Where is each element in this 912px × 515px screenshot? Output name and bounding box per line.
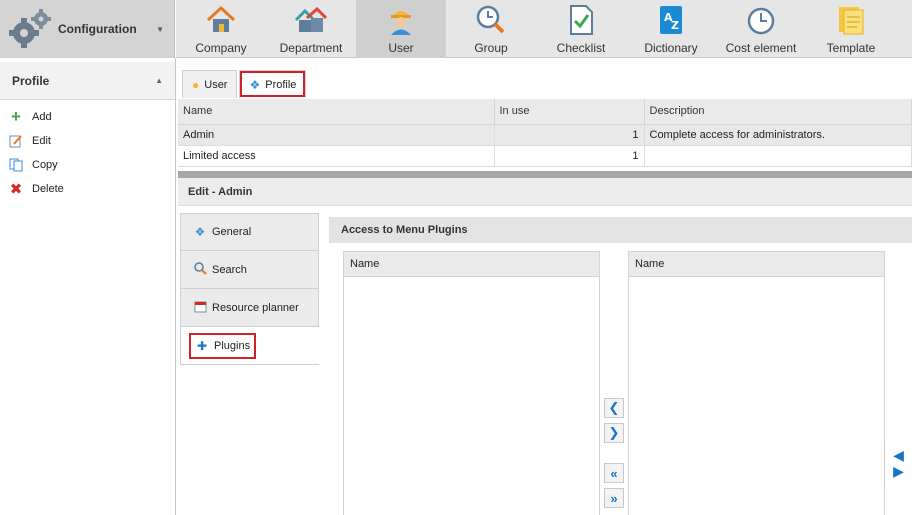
sidebar-item-label: Copy [32,159,58,171]
cell-name: Admin [178,124,495,146]
configuration-title: Configuration [58,22,137,36]
chevron-left-icon: ❮ [608,400,620,415]
ribbon-label: Cost element [725,41,797,55]
worker-icon: ● [192,77,200,92]
vtab-label: Search [212,263,247,276]
ribbon-template-button[interactable]: Template [806,0,896,58]
tab-label: User [204,78,228,91]
column-header-name[interactable]: Name [178,99,495,125]
double-chevron-left-icon: « [610,465,618,481]
move-left-button[interactable]: ❮ [604,398,624,418]
sidebar-item-copy[interactable]: Copy [0,153,175,177]
arrow-left-icon[interactable]: ◀ [893,447,904,463]
edit-header: Edit - Admin [178,178,912,206]
tab-label: Profile [265,78,297,91]
caret-down-icon[interactable]: ▼ [156,25,164,34]
houses-icon [295,6,327,32]
sidebar-item-edit[interactable]: Edit [0,129,175,153]
vtab-plugins[interactable]: ✚ Plugins [180,327,319,365]
ribbon-group-button[interactable]: Group [446,0,536,58]
ribbon-label: Template [826,41,876,55]
cell-description: Complete access for administrators. [644,124,912,146]
house-icon [206,5,236,32]
cell-in-use: 1 [494,145,645,167]
vtab-search[interactable]: Search [180,251,319,289]
column-header-name[interactable]: Name [344,252,599,277]
ribbon-label: Group [474,41,508,55]
edit-icon [9,134,23,148]
worker-icon [391,11,411,35]
tab-profile[interactable]: ❖ Profile [239,70,307,98]
profiles-grid: Name In use Description Admin 1 Complete… [178,99,912,167]
profile-tabs: ● User ❖ Profile [182,70,308,98]
cell-name: Limited access [178,145,495,167]
transfer-buttons: ❮ ❯ « » [604,398,624,513]
sidebar-item-add[interactable]: + Add [0,105,175,129]
checklist-icon [570,5,593,35]
ribbon-toolbar: Company Department User Group Checklist … [176,0,912,58]
sidebar-item-label: Edit [32,135,51,147]
splitter[interactable] [178,171,912,178]
sidebar-title: Profile [12,73,50,88]
sidebar-item-label: Delete [32,183,64,195]
available-plugins-list[interactable]: Name [343,251,600,515]
calendar-icon [193,300,207,316]
arrow-right-icon[interactable]: ▶ [893,463,904,479]
plugins-panel-title: Access to Menu Plugins [329,217,912,243]
sidebar-item-label: Add [32,111,52,123]
tab-user[interactable]: ● User [182,70,238,98]
ribbon-dictionary-button[interactable]: AZ Dictionary [626,0,716,58]
group-clock-icon [476,5,505,34]
ribbon-label: Checklist [556,41,606,55]
vtab-resource-planner[interactable]: Resource planner [180,289,319,327]
move-right-button[interactable]: ❯ [604,423,624,443]
clock-icon [747,7,775,35]
order-buttons: ◀ ▶ [884,440,912,486]
sidebar-item-delete[interactable]: ✖ Delete [0,177,175,201]
column-header-description[interactable]: Description [644,99,912,125]
profile-masks-icon: ❖ [249,77,261,92]
dictionary-icon: AZ [660,6,682,34]
ribbon-company-button[interactable]: Company [176,0,266,58]
profile-masks-icon: ❖ [194,225,206,239]
chevron-right-icon: ❯ [608,425,620,440]
table-row[interactable]: Admin 1 Complete access for administrato… [178,124,912,146]
ribbon-cost-element-button[interactable]: Cost element [716,0,806,58]
edit-title: Edit - Admin [188,185,253,198]
table-row[interactable]: Limited access 1 [178,145,912,167]
collapse-icon[interactable]: ▲ [155,76,163,85]
configuration-header[interactable]: Configuration ▼ [0,0,175,58]
ribbon-department-button[interactable]: Department [266,0,356,58]
ribbon-user-button[interactable]: User [356,0,446,58]
vtab-label: General [212,226,252,238]
ribbon-label: Department [279,41,343,55]
edit-vertical-tabs: ❖ General Search Resource planner ✚ Plug… [180,213,319,365]
ribbon-label: Dictionary [644,41,698,55]
move-all-right-button[interactable]: » [604,488,624,508]
move-all-left-button[interactable]: « [604,463,624,483]
vtab-label: Plugins [214,339,251,352]
vtab-label: Resource planner [212,301,299,314]
copy-icon [9,158,23,172]
svg-text:Z: Z [671,19,679,32]
ribbon-label: User [388,41,414,55]
vtab-general[interactable]: ❖ General [180,213,319,251]
double-chevron-right-icon: » [610,490,618,506]
cell-in-use: 1 [494,124,645,146]
puzzle-icon: ✚ [196,338,208,353]
column-header-name[interactable]: Name [629,252,884,277]
column-header-in-use[interactable]: In use [494,99,645,125]
profile-sidebar: Profile ▲ + Add Edit Copy ✖ Delete [0,58,176,515]
ribbon-label: Company [195,41,247,55]
assigned-plugins-list[interactable]: Name [628,251,885,515]
plus-icon: + [11,107,21,126]
template-icon [839,7,864,35]
sidebar-header[interactable]: Profile ▲ [0,62,175,100]
ribbon-checklist-button[interactable]: Checklist [536,0,626,58]
cell-description [644,145,912,167]
gears-icon [9,9,51,48]
delete-icon: ✖ [9,181,23,198]
search-icon [193,261,207,278]
